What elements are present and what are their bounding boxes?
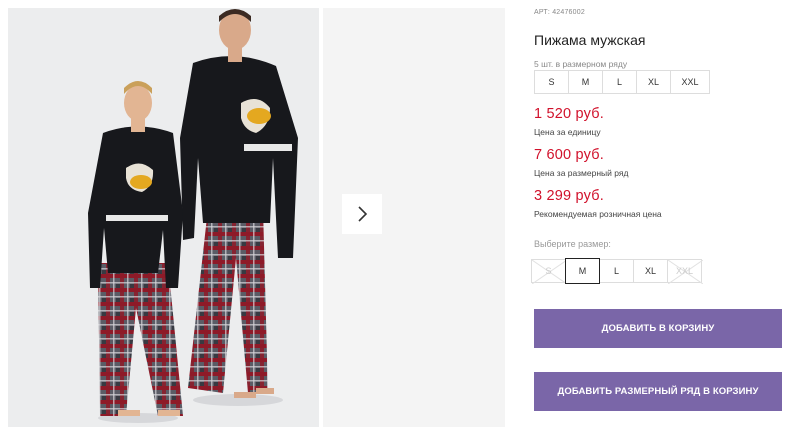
size-option-label: S xyxy=(545,266,552,276)
size-option-xxl: XXL xyxy=(667,259,703,284)
product-title: Пижама мужская xyxy=(534,32,646,48)
product-photo[interactable] xyxy=(8,8,319,427)
size-selector: S M L XL XXL xyxy=(531,258,703,284)
retail-price-label: Рекомендуемая розничная цена xyxy=(534,209,662,219)
range-price-label: Цена за размерный ряд xyxy=(534,168,629,178)
size-selector-label: Выберите размер: xyxy=(534,239,611,249)
size-range-cell: XXL xyxy=(670,70,710,94)
size-option-xl[interactable]: XL xyxy=(633,259,668,283)
unit-price: 1 520 руб. xyxy=(534,106,604,122)
size-option-m[interactable]: M xyxy=(565,258,600,284)
add-to-cart-button[interactable]: ДОБАВИТЬ В КОРЗИНУ xyxy=(534,309,782,348)
size-option-s: S xyxy=(531,259,567,284)
chevron-right-icon xyxy=(358,206,368,222)
pack-note: 5 шт. в размерном ряду xyxy=(534,59,628,69)
product-gallery xyxy=(0,0,505,427)
size-option-label: M xyxy=(578,266,587,276)
unit-price-label: Цена за единицу xyxy=(534,127,601,137)
size-range-row: S M L XL XXL xyxy=(534,70,710,94)
size-option-label: XXL xyxy=(675,266,693,276)
size-range-cell: M xyxy=(568,70,603,94)
retail-price: 3 299 руб. xyxy=(534,188,604,204)
add-size-range-to-cart-button[interactable]: ДОБАВИТЬ РАЗМЕРНЫЙ РЯД В КОРЗИНУ xyxy=(534,372,782,411)
size-option-label: L xyxy=(613,266,619,276)
product-article: АРТ: 42476002 xyxy=(534,9,585,16)
size-range-cell: L xyxy=(602,70,637,94)
product-photo-illustration xyxy=(8,8,319,427)
range-price: 7 600 руб. xyxy=(534,147,604,163)
gallery-next-button[interactable] xyxy=(342,194,382,234)
size-range-cell: S xyxy=(534,70,569,94)
size-option-label: XL xyxy=(644,266,656,276)
size-option-l[interactable]: L xyxy=(599,259,634,283)
size-range-cell: XL xyxy=(636,70,671,94)
